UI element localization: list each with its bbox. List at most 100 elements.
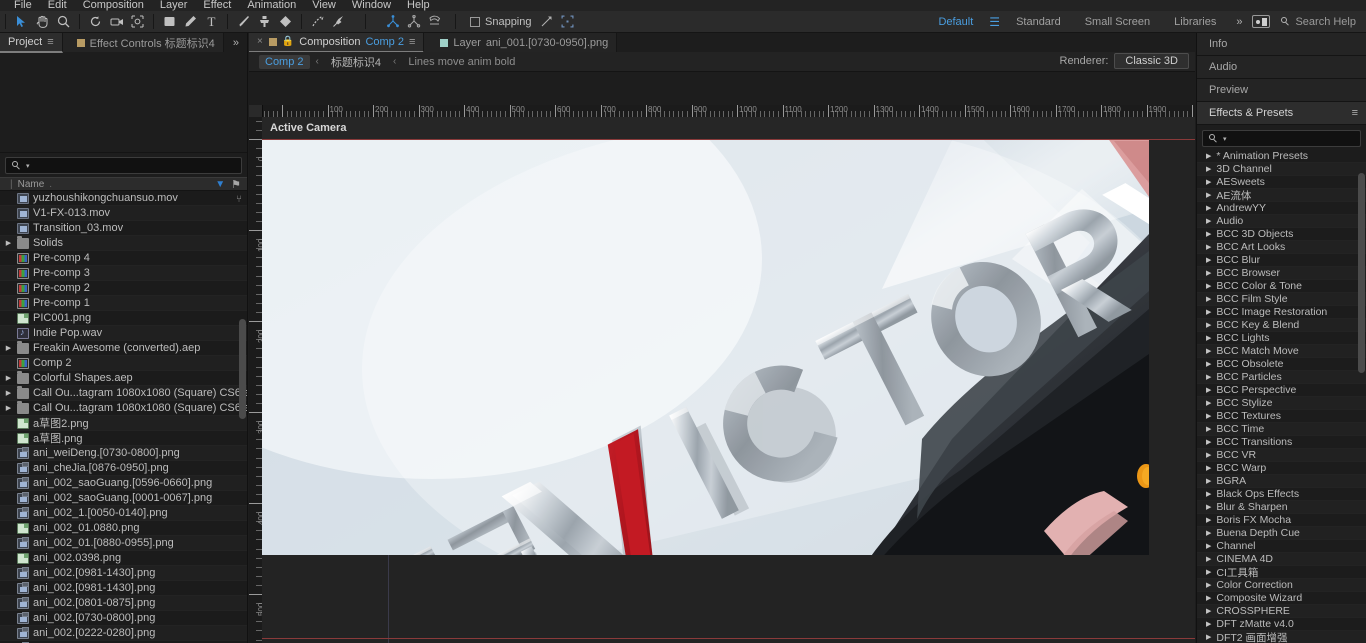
project-item-list[interactable]: ▶ yuzhoushikongchuansuo.mov ▶ V1-FX-013.mov… bbox=[0, 191, 247, 643]
effects-panel-menu-icon[interactable]: ≡ bbox=[1352, 107, 1358, 119]
selection-tool[interactable] bbox=[11, 12, 32, 32]
twirl-arrow-icon[interactable]: ▶ bbox=[1206, 529, 1211, 537]
project-panel-menu-icon[interactable]: ≡ bbox=[47, 36, 53, 48]
puppet-pin-tool[interactable] bbox=[328, 12, 349, 32]
renderer-value-button[interactable]: Classic 3D bbox=[1114, 53, 1189, 69]
twirl-arrow-icon[interactable]: ▶ bbox=[1206, 347, 1211, 355]
effects-category-item[interactable]: ▶ AE流体 bbox=[1197, 189, 1366, 202]
twirl-arrow-icon[interactable]: ▶ bbox=[1206, 594, 1211, 602]
project-list-item[interactable]: ▶ a草图.png bbox=[0, 431, 247, 446]
project-list-item[interactable]: ▶ Solids bbox=[0, 235, 247, 251]
twirl-arrow-icon[interactable]: ▶ bbox=[1206, 256, 1211, 264]
twirl-arrow-icon[interactable]: ▶ bbox=[1206, 399, 1211, 407]
pen-tool[interactable] bbox=[180, 12, 201, 32]
project-tabs-overflow-icon[interactable]: » bbox=[224, 37, 247, 49]
effects-category-item[interactable]: ▶ BCC Color & Tone bbox=[1197, 280, 1366, 293]
rotation-tool[interactable] bbox=[85, 12, 106, 32]
roto-brush-tool[interactable] bbox=[307, 12, 328, 32]
twirl-arrow-icon[interactable]: ▶ bbox=[1206, 581, 1211, 589]
project-list-item[interactable]: ▶ PIC001.png bbox=[0, 311, 247, 326]
pan-behind-tool[interactable] bbox=[127, 12, 148, 32]
twirl-arrow-icon[interactable]: ▶ bbox=[1206, 191, 1211, 199]
twirl-arrow-icon[interactable]: ▶ bbox=[1206, 230, 1211, 238]
effects-category-item[interactable]: ▶ BGRA bbox=[1197, 475, 1366, 488]
sort-direction-icon[interactable]: ▼ bbox=[215, 179, 225, 190]
menu-composition[interactable]: Composition bbox=[75, 0, 152, 11]
effects-category-item[interactable]: ▶ Black Ops Effects bbox=[1197, 488, 1366, 501]
project-list-item[interactable]: ▶ ani_002.[0222-0280].png bbox=[0, 626, 247, 641]
twirl-arrow-icon[interactable]: ▶ bbox=[4, 239, 13, 247]
project-list-item[interactable]: ▶ ani_cheJia.[0876-0950].png bbox=[0, 461, 247, 476]
effects-category-list[interactable]: ▶ * Animation Presets ▶ 3D Channel ▶ AESweets… bbox=[1197, 150, 1366, 643]
effects-category-item[interactable]: ▶ BCC Key & Blend bbox=[1197, 319, 1366, 332]
tab-composition-comp2[interactable]: × 🔒 Composition Comp 2 ≡ bbox=[249, 33, 425, 53]
type-tool[interactable]: T bbox=[201, 12, 222, 32]
twirl-arrow-icon[interactable]: ▶ bbox=[1206, 269, 1211, 277]
effects-category-item[interactable]: ▶ Color Correction bbox=[1197, 579, 1366, 592]
project-list-item[interactable]: ▶ ani_002.[0730-0800].png bbox=[0, 611, 247, 626]
search-help-field[interactable]: Search Help bbox=[1275, 16, 1362, 28]
effects-category-item[interactable]: ▶ AndrewYY bbox=[1197, 202, 1366, 215]
twirl-arrow-icon[interactable]: ▶ bbox=[4, 404, 13, 412]
twirl-arrow-icon[interactable]: ▶ bbox=[4, 374, 13, 382]
project-list-item[interactable]: ▶ Colorful Shapes.aep bbox=[0, 370, 247, 386]
effects-scrollbar[interactable] bbox=[1358, 173, 1365, 598]
project-list-item[interactable]: ▶ Freakin Awesome (converted).aep bbox=[0, 340, 247, 356]
twirl-arrow-icon[interactable]: ▶ bbox=[1206, 321, 1211, 329]
effects-category-item[interactable]: ▶ Boris FX Mocha bbox=[1197, 514, 1366, 527]
effects-category-item[interactable]: ▶ Buena Depth Cue bbox=[1197, 527, 1366, 540]
project-list-item[interactable]: ▶ a草图2.png bbox=[0, 416, 247, 431]
project-list-item[interactable]: ▶ ani_002.[0981-1430].png bbox=[0, 566, 247, 581]
effects-search-input[interactable]: ▾ bbox=[1202, 130, 1361, 147]
effects-category-item[interactable]: ▶ BCC Obsolete bbox=[1197, 358, 1366, 371]
effects-category-item[interactable]: ▶ BCC Browser bbox=[1197, 267, 1366, 280]
twirl-arrow-icon[interactable]: ▶ bbox=[4, 344, 13, 352]
lock-icon[interactable]: 🔒 bbox=[282, 36, 294, 47]
twirl-arrow-icon[interactable]: ▶ bbox=[1206, 633, 1211, 641]
effects-category-item[interactable]: ▶ BCC Image Restoration bbox=[1197, 306, 1366, 319]
project-list-item[interactable]: ▶ Comp 2 bbox=[0, 356, 247, 371]
twirl-arrow-icon[interactable]: ▶ bbox=[1206, 178, 1211, 186]
effects-category-item[interactable]: ▶ BCC Particles bbox=[1197, 371, 1366, 384]
project-list-item[interactable]: ▶ Indie Pop.wav bbox=[0, 326, 247, 341]
vertical-ruler[interactable]: 0100200300400500 bbox=[249, 117, 263, 643]
effects-category-item[interactable]: ▶ BCC Film Style bbox=[1197, 293, 1366, 306]
twirl-arrow-icon[interactable]: ▶ bbox=[1206, 360, 1211, 368]
search-dropdown-caret-icon[interactable]: ▾ bbox=[1223, 135, 1227, 143]
project-list-item[interactable]: ▶ ani_002_01.0880.png bbox=[0, 521, 247, 536]
project-list-item[interactable]: ▶ ani_002_saoGuang.[0596-0660].png bbox=[0, 476, 247, 491]
effects-category-item[interactable]: ▶ BCC Blur bbox=[1197, 254, 1366, 267]
menu-effect[interactable]: Effect bbox=[195, 0, 239, 11]
effects-category-item[interactable]: ▶ BCC 3D Objects bbox=[1197, 228, 1366, 241]
project-list-item[interactable]: ▶ ani_002.[0981-1430].png bbox=[0, 581, 247, 596]
twirl-arrow-icon[interactable]: ▶ bbox=[1206, 425, 1211, 433]
column-header-name[interactable]: Name bbox=[18, 179, 45, 190]
menu-help[interactable]: Help bbox=[399, 0, 438, 11]
menu-edit[interactable]: Edit bbox=[40, 0, 75, 11]
twirl-arrow-icon[interactable]: ▶ bbox=[1206, 334, 1211, 342]
camera-tool[interactable] bbox=[106, 12, 127, 32]
project-list-item[interactable]: ▶ ani_002_1.[0050-0140].png bbox=[0, 506, 247, 521]
workspace-overflow-icon[interactable]: » bbox=[1228, 16, 1250, 28]
twirl-arrow-icon[interactable]: ▶ bbox=[1206, 490, 1211, 498]
twirl-arrow-icon[interactable]: ▶ bbox=[1206, 503, 1211, 511]
project-list-item[interactable]: ▶ Call Ou...tagram 1080x1080 (Square) CS6… bbox=[0, 400, 247, 416]
twirl-arrow-icon[interactable]: ▶ bbox=[1206, 568, 1211, 576]
workspace-small-screen[interactable]: Small Screen bbox=[1073, 11, 1162, 33]
world-axis-mode-icon[interactable] bbox=[403, 12, 424, 32]
menu-window[interactable]: Window bbox=[344, 0, 399, 11]
effects-category-item[interactable]: ▶ BCC Art Looks bbox=[1197, 241, 1366, 254]
menu-view[interactable]: View bbox=[304, 0, 344, 11]
twirl-arrow-icon[interactable]: ▶ bbox=[1206, 516, 1211, 524]
twirl-arrow-icon[interactable]: ▶ bbox=[1206, 204, 1211, 212]
effects-category-item[interactable]: ▶ Audio bbox=[1197, 215, 1366, 228]
effects-category-item[interactable]: ▶ BCC Textures bbox=[1197, 410, 1366, 423]
panel-effects-and-presets[interactable]: Effects & Presets ≡ bbox=[1197, 102, 1366, 125]
project-list-item[interactable]: ▶ ani_002_saoGuang.[0001-0067].png bbox=[0, 491, 247, 506]
project-search-input[interactable]: ▾ bbox=[5, 157, 242, 174]
panel-info[interactable]: Info bbox=[1197, 33, 1366, 56]
panel-audio[interactable]: Audio bbox=[1197, 56, 1366, 79]
workspace-default[interactable]: Default bbox=[926, 11, 985, 33]
twirl-arrow-icon[interactable]: ▶ bbox=[1206, 295, 1211, 303]
workspace-menu-icon[interactable]: ☰ bbox=[985, 15, 1004, 29]
